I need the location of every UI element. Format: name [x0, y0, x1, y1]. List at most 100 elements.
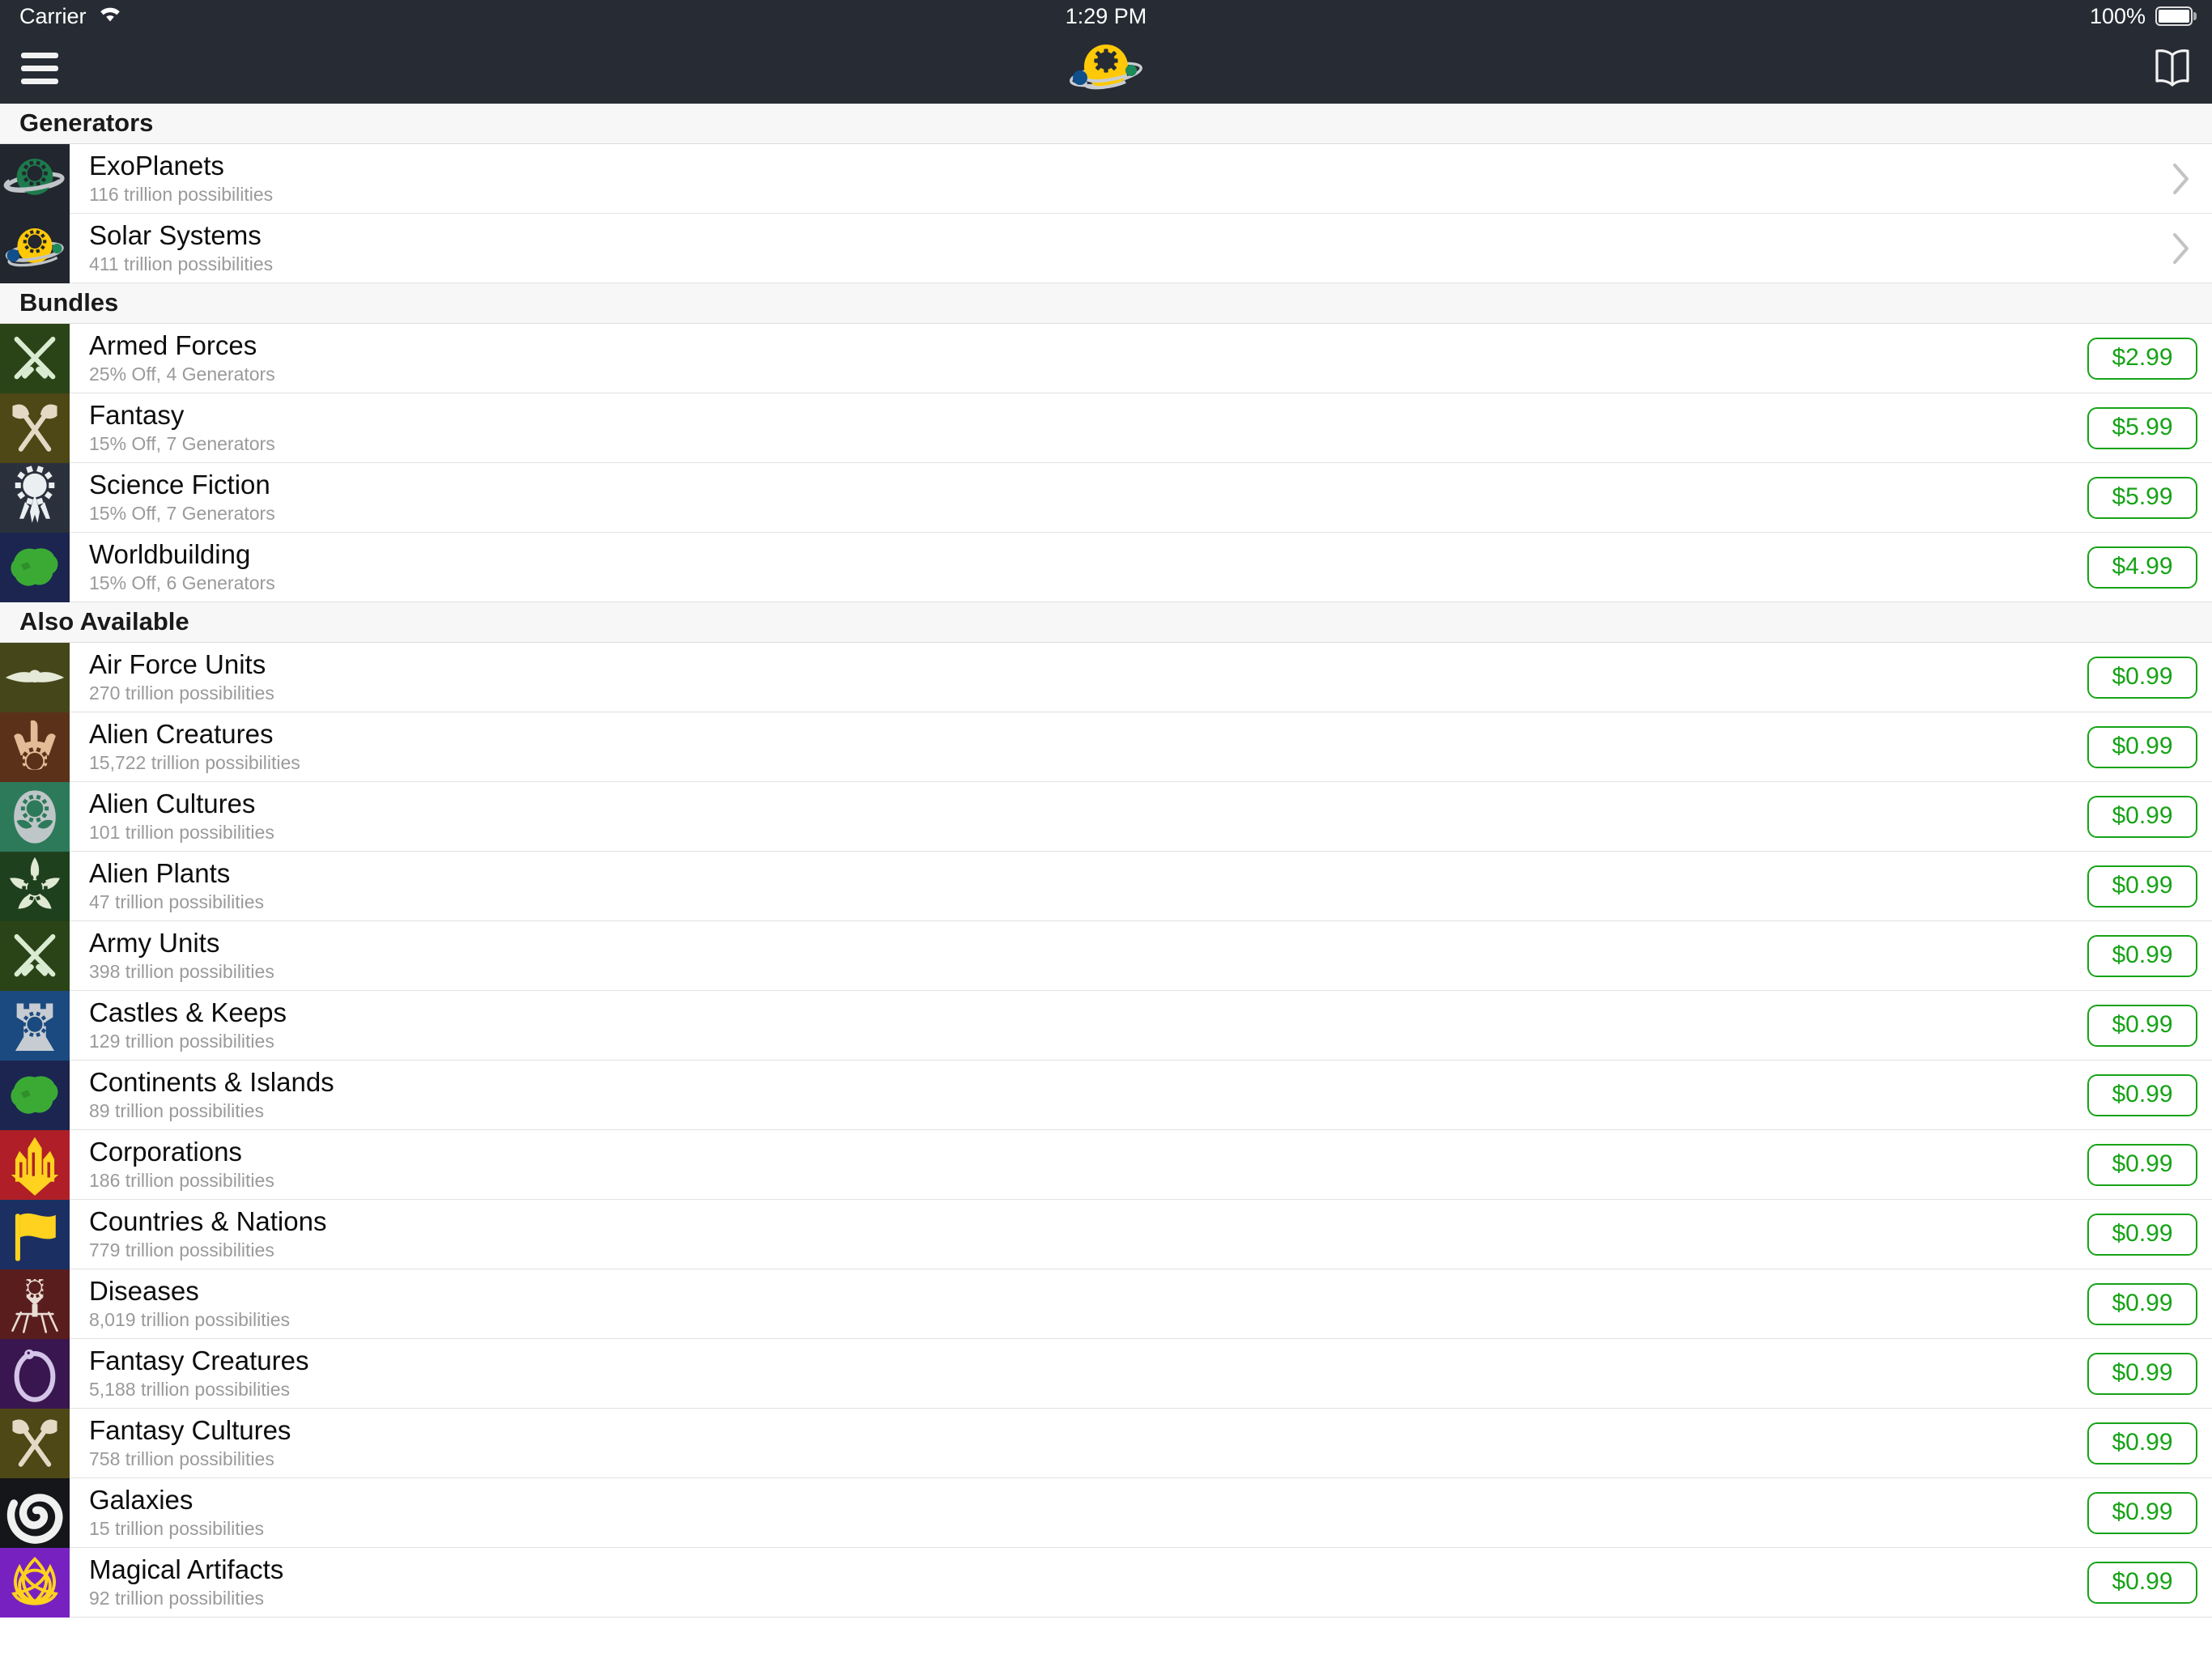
list-item-text: Galaxies 15 trillion possibilities	[89, 1484, 2087, 1541]
crossed-axes-icon	[0, 393, 70, 463]
price-button[interactable]: $0.99	[2087, 1143, 2197, 1186]
crossed-rifles-icon	[0, 324, 70, 393]
price-button[interactable]: $2.99	[2087, 337, 2197, 380]
chevron-right-icon	[2165, 231, 2197, 266]
list-item-title: Solar Systems	[89, 219, 262, 250]
skyscraper-icon	[0, 1130, 70, 1200]
list-item-subtitle: 398 trillion possibilities	[89, 960, 274, 982]
list-item-body: Army Units 398 trillion possibilities $0…	[70, 921, 2212, 991]
list-item[interactable]: Science Fiction 15% Off, 7 Generators $5…	[0, 463, 2212, 533]
clock-label: 1:29 PM	[1065, 3, 1147, 28]
list-item[interactable]: Alien Cultures 101 trillion possibilitie…	[0, 782, 2212, 852]
list-item-body: Diseases 8,019 trillion possibilities $0…	[70, 1269, 2212, 1339]
list-item-title: Alien Plants	[89, 857, 231, 888]
list-item-subtitle: 5,188 trillion possibilities	[89, 1378, 291, 1400]
list-item[interactable]: Armed Forces 25% Off, 4 Generators $2.99	[0, 324, 2212, 393]
list-item[interactable]: Diseases 8,019 trillion possibilities $0…	[0, 1269, 2212, 1339]
list-item-text: ExoPlanets 116 trillion possibilities	[89, 151, 2165, 206]
price-button[interactable]: $0.99	[2087, 1561, 2197, 1604]
list-item-text: Fantasy 15% Off, 7 Generators	[89, 400, 2087, 456]
price-button[interactable]: $0.99	[2087, 1491, 2197, 1534]
section-header: Bundles	[0, 283, 2212, 324]
list-item-body: Fantasy Creatures 5,188 trillion possibi…	[70, 1339, 2212, 1409]
list-item[interactable]: Galaxies 15 trillion possibilities $0.99	[0, 1478, 2212, 1548]
crossed-axes-icon	[0, 1409, 70, 1478]
battery-percent-label: 100%	[2089, 3, 2146, 28]
list-item-title: ExoPlanets	[89, 150, 224, 181]
list-item[interactable]: Magical Artifacts 92 trillion possibilit…	[0, 1548, 2212, 1618]
list-item[interactable]: Continents & Islands 89 trillion possibi…	[0, 1061, 2212, 1130]
list-item-title: Army Units	[89, 927, 220, 958]
list-item-body: Solar Systems 411 trillion possibilities	[70, 214, 2212, 283]
list-item-title: Worldbuilding	[89, 538, 251, 569]
price-button[interactable]: $0.99	[2087, 1422, 2197, 1465]
chevron-right-icon	[2165, 161, 2197, 197]
list-item[interactable]: Fantasy 15% Off, 7 Generators $5.99	[0, 393, 2212, 463]
price-button[interactable]: $0.99	[2087, 1352, 2197, 1395]
list-item-body: Castles & Keeps 129 trillion possibiliti…	[70, 991, 2212, 1061]
list-item-body: Armed Forces 25% Off, 4 Generators $2.99	[70, 324, 2212, 393]
price-button[interactable]: $0.99	[2087, 1213, 2197, 1256]
price-button[interactable]: $0.99	[2087, 865, 2197, 908]
price-button[interactable]: $0.99	[2087, 795, 2197, 838]
list-item-text: Air Force Units 270 trillion possibiliti…	[89, 649, 2087, 705]
list-item[interactable]: Alien Creatures 15,722 trillion possibil…	[0, 712, 2212, 782]
list-item[interactable]: Worldbuilding 15% Off, 6 Generators $4.9…	[0, 533, 2212, 602]
price-button[interactable]: $0.99	[2087, 1073, 2197, 1116]
list-item-subtitle: 116 trillion possibilities	[89, 183, 274, 205]
list-item-subtitle: 25% Off, 4 Generators	[89, 363, 275, 385]
list-item-subtitle: 101 trillion possibilities	[89, 821, 274, 843]
list-item[interactable]: Countries & Nations 779 trillion possibi…	[0, 1200, 2212, 1269]
list-item[interactable]: Fantasy Creatures 5,188 trillion possibi…	[0, 1339, 2212, 1409]
list-item-subtitle: 15% Off, 7 Generators	[89, 502, 275, 524]
price-button[interactable]: $0.99	[2087, 725, 2197, 768]
winged-aircraft-icon	[0, 643, 70, 712]
price-button[interactable]: $0.99	[2087, 656, 2197, 699]
status-bar-left: Carrier	[19, 4, 122, 29]
list-item-body: Fantasy Cultures 758 trillion possibilit…	[70, 1409, 2212, 1478]
list-item-title: Magical Artifacts	[89, 1554, 284, 1584]
list-item-text: Fantasy Creatures 5,188 trillion possibi…	[89, 1346, 2087, 1401]
list-item-subtitle: 8,019 trillion possibilities	[89, 1308, 291, 1330]
list-item-body: ExoPlanets 116 trillion possibilities	[70, 144, 2212, 214]
list-item-title: Galaxies	[89, 1484, 194, 1515]
alien-flower-icon	[0, 852, 70, 921]
price-button[interactable]: $4.99	[2087, 546, 2197, 589]
list-item[interactable]: ExoPlanets 116 trillion possibilities	[0, 144, 2212, 214]
list-item-text: Countries & Nations 779 trillion possibi…	[89, 1206, 2087, 1262]
price-button[interactable]: $5.99	[2087, 406, 2197, 449]
list-item-text: Magical Artifacts 92 trillion possibilit…	[89, 1554, 2087, 1610]
price-button[interactable]: $0.99	[2087, 1004, 2197, 1047]
list-item-body: Alien Cultures 101 trillion possibilitie…	[70, 782, 2212, 852]
list-item-subtitle: 129 trillion possibilities	[89, 1030, 274, 1052]
list-item-text: Alien Cultures 101 trillion possibilitie…	[89, 789, 2087, 844]
list-item-subtitle: 15,722 trillion possibilities	[89, 751, 300, 773]
list-item-body: Countries & Nations 779 trillion possibi…	[70, 1200, 2212, 1269]
starship-icon	[0, 463, 70, 533]
crossed-rifles-icon	[0, 921, 70, 991]
price-button[interactable]: $0.99	[2087, 934, 2197, 977]
list-item-title: Alien Creatures	[89, 718, 274, 749]
carrier-label: Carrier	[19, 3, 87, 28]
section-header: Also Available	[0, 602, 2212, 643]
alien-head-icon	[0, 782, 70, 852]
list-item[interactable]: Castles & Keeps 129 trillion possibiliti…	[0, 991, 2212, 1061]
list-item[interactable]: Corporations 186 trillion possibilities …	[0, 1130, 2212, 1200]
list-item-body: Alien Creatures 15,722 trillion possibil…	[70, 712, 2212, 782]
hamburger-menu-icon[interactable]	[21, 52, 58, 84]
list-item-body: Galaxies 15 trillion possibilities $0.99	[70, 1478, 2212, 1548]
list-item[interactable]: Army Units 398 trillion possibilities $0…	[0, 921, 2212, 991]
ouroboros-icon	[0, 1339, 70, 1409]
continent-icon	[0, 533, 70, 602]
list-item-text: Castles & Keeps 129 trillion possibiliti…	[89, 997, 2087, 1053]
list-item[interactable]: Fantasy Cultures 758 trillion possibilit…	[0, 1409, 2212, 1478]
list-item[interactable]: Air Force Units 270 trillion possibiliti…	[0, 643, 2212, 712]
list-item-title: Armed Forces	[89, 329, 257, 360]
price-button[interactable]: $5.99	[2087, 476, 2197, 519]
open-book-icon[interactable]	[2154, 45, 2191, 91]
list-item[interactable]: Solar Systems 411 trillion possibilities	[0, 214, 2212, 283]
list-item-text: Fantasy Cultures 758 trillion possibilit…	[89, 1414, 2087, 1471]
price-button[interactable]: $0.99	[2087, 1282, 2197, 1325]
list-item-title: Fantasy Cultures	[89, 1414, 291, 1445]
list-item[interactable]: Alien Plants 47 trillion possibilities $…	[0, 852, 2212, 921]
